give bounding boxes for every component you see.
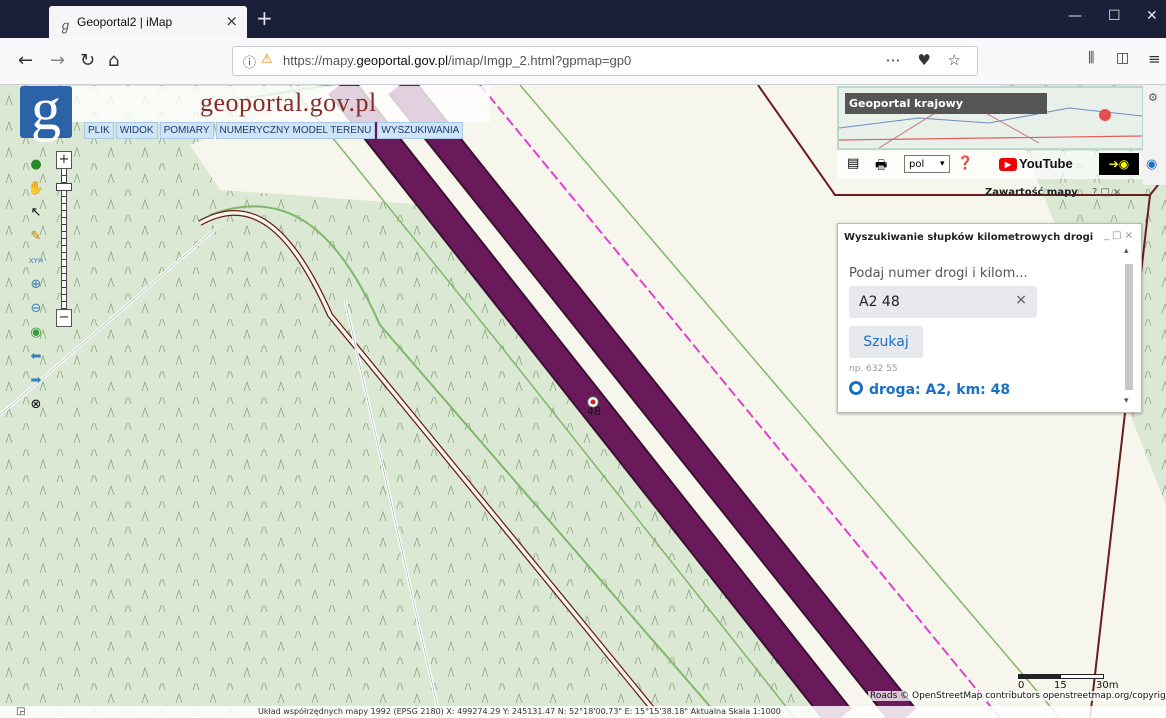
reload-icon[interactable]: ↻ [80, 50, 95, 71]
overview-label: Geoportal krajowy [845, 93, 1048, 114]
radio-selected-icon[interactable] [849, 381, 863, 395]
youtube-play-icon: ▶ [999, 158, 1017, 172]
info-icon[interactable]: ⓘ [243, 52, 256, 71]
milestone-search-panel: Wyszukiwanie słupków kilometrowych drogi… [837, 223, 1142, 413]
scale-mid: 15 [1054, 680, 1067, 691]
xyz-coordinates-icon[interactable]: XYH [24, 249, 48, 273]
geoportal-favicon-icon: ℊ [59, 19, 73, 34]
browser-navbar: ← → ↻ ⌂ ⓘ ⚠ https://mapy.geoportal.gov.p… [0, 38, 1166, 85]
chevron-down-icon[interactable]: ▾ [940, 159, 945, 169]
youtube-link[interactable]: ▶ YouTube [999, 156, 1073, 172]
menu-pomiary[interactable]: POMIARY [159, 122, 214, 139]
lock-warning-icon[interactable]: ⚠ [261, 52, 273, 67]
next-view-icon[interactable]: ➡ [24, 369, 48, 393]
home-icon[interactable]: ⌂ [108, 50, 119, 71]
scale-end: 30m [1096, 680, 1119, 691]
zoom-in-button[interactable]: + [56, 151, 72, 169]
maximize-icon[interactable]: ☐ [1108, 8, 1121, 24]
library-icon[interactable]: ⫼ [1088, 50, 1094, 66]
brand-title: geoportal.gov.pl [200, 88, 377, 117]
url-bar[interactable]: ⓘ ⚠ https://mapy.geoportal.gov.pl/imap/I… [232, 46, 978, 76]
search-panel-controls[interactable]: _ □ × [1104, 230, 1133, 241]
accessibility-eye-icon[interactable]: ➔◉ [1099, 153, 1139, 175]
overview-map[interactable]: Geoportal krajowy [837, 86, 1144, 150]
expand-icon[interactable]: ◲ [16, 706, 25, 718]
menu-widok[interactable]: WIDOK [115, 122, 158, 139]
new-tab-icon[interactable]: + [256, 6, 273, 30]
scroll-up-icon[interactable]: ▴ [1124, 246, 1129, 256]
right-side-strip: ⚙ ◉ [1143, 85, 1166, 185]
legend-icon[interactable]: ▤ [847, 156, 859, 171]
zoom-out-tool-icon[interactable]: ⊖ [24, 297, 48, 321]
map-content-title[interactable]: Zawartość mapy [985, 187, 1078, 198]
search-panel-title: Wyszukiwanie słupków kilometrowych drogi [844, 232, 1094, 243]
menu-nmt[interactable]: NUMERYCZNY MODEL TERENU [215, 122, 376, 139]
scale-start: 0 [1018, 680, 1025, 691]
map-attribution[interactable]: Roads © OpenStreetMap contributors opens… [868, 691, 1166, 701]
menu-icon[interactable]: ≡ [1148, 50, 1161, 68]
zoom-in-tool-icon[interactable]: ⊕ [24, 273, 48, 297]
back-icon[interactable]: ← [18, 50, 33, 71]
clear-input-icon[interactable]: × [1015, 292, 1027, 308]
search-field-label: Podaj numer drogi i kilom... [849, 266, 1028, 281]
close-tab-icon[interactable]: × [225, 12, 238, 30]
browser-titlebar: ℊ Geoportal2 | iMap × + — ☐ ✕ [0, 0, 1166, 38]
clear-tool-icon[interactable]: ⊗ [24, 393, 48, 417]
pencil-icon[interactable]: ✎ [24, 225, 48, 249]
brand-bar: geoportal.gov.pl [72, 86, 490, 122]
zoom-knob[interactable] [56, 183, 72, 191]
zoom-slider[interactable]: + − [56, 151, 72, 329]
road-km-input[interactable]: A2 48 × [849, 286, 1037, 318]
map-canvas[interactable]: g geoportal.gov.pl PLIK WIDOK POMIARY NU… [0, 85, 1166, 718]
menu-wyszukiwania[interactable]: WYSZUKIWANIA [377, 122, 464, 139]
globe-icon[interactable]: ◉ [24, 321, 48, 345]
pan-hand-icon[interactable]: ✋ [24, 177, 48, 201]
road-km-value[interactable]: A2 48 [859, 294, 900, 310]
main-menu: PLIK WIDOK POMIARY NUMERYCZNY MODEL TERE… [84, 122, 464, 139]
map-tools: ● ✋ ↖ ✎ XYH ⊕ ⊖ ◉ ⬅ ➡ ⊗ [24, 153, 50, 417]
search-result[interactable]: droga: A2, km: 48 [849, 381, 1010, 398]
tab-title: Geoportal2 | iMap [77, 15, 173, 29]
select-arrow-icon[interactable]: ↖ [24, 201, 48, 225]
status-bar: ◲ Układ współrzędnych mapy 1992 (EPSG 21… [0, 706, 1166, 718]
page-actions-icon[interactable]: ⋯ ♥ ☆ [886, 51, 967, 69]
sidebar-icon[interactable]: ◫ [1116, 50, 1129, 66]
info-tool-icon[interactable]: ● [24, 153, 48, 177]
close-window-icon[interactable]: ✕ [1146, 8, 1158, 24]
help-icon[interactable]: ❓ [957, 156, 973, 171]
browser-tab[interactable]: ℊ Geoportal2 | iMap × [49, 6, 247, 38]
url-text[interactable]: https://mapy.geoportal.gov.pl/imap/Imgp_… [283, 53, 631, 68]
milestone-label: 48 [587, 405, 601, 418]
scale-graphic [1018, 674, 1104, 679]
zoom-out-button[interactable]: − [56, 309, 72, 327]
scale-bar: 0 15 30m [1018, 674, 1128, 691]
minimize-icon[interactable]: — [1068, 8, 1082, 24]
previous-view-icon[interactable]: ⬅ [24, 345, 48, 369]
scroll-thumb[interactable] [1125, 264, 1133, 390]
geoportal-logo[interactable]: g [20, 85, 72, 139]
settings-icon[interactable]: ⚙ [1148, 91, 1158, 104]
search-button[interactable]: Szukaj [849, 326, 923, 358]
panel-scrollbar[interactable]: ▴ ▾ [1123, 246, 1135, 406]
map-content-controls[interactable]: ? □ × [1092, 187, 1122, 198]
top-icon-row: ▤ 🖶 pol ▾ ❓ ▶ YouTube ➔◉ [837, 151, 1143, 179]
scroll-down-icon[interactable]: ▾ [1124, 396, 1129, 406]
eye-icon[interactable]: ◉ [1146, 157, 1157, 172]
forward-icon[interactable]: → [50, 50, 65, 71]
printer-icon[interactable]: 🖶 [875, 156, 887, 178]
coordinates-status: Układ współrzędnych mapy 1992 (EPSG 2180… [258, 707, 781, 716]
search-hint: np. 632 55 [849, 364, 898, 374]
menu-plik[interactable]: PLIK [84, 122, 114, 139]
